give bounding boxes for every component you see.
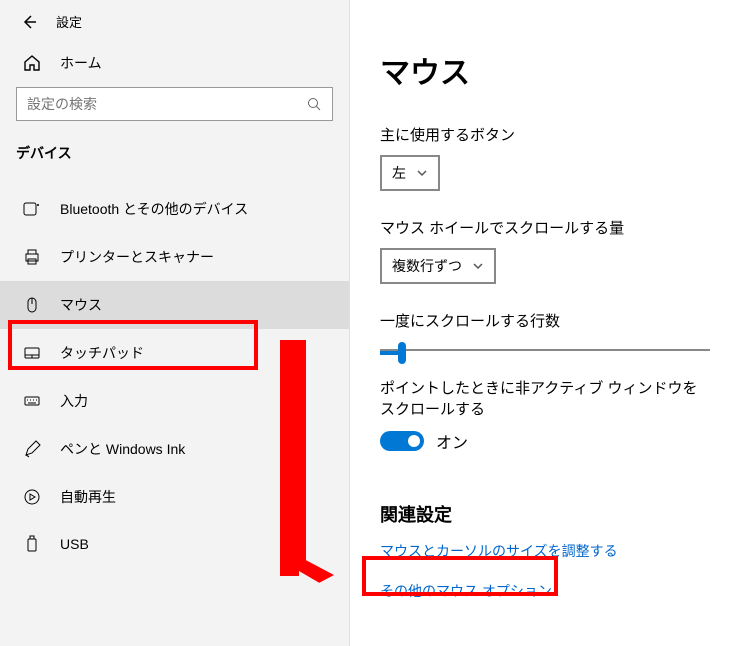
search-icon [306,96,322,112]
nav-printers[interactable]: プリンターとスキャナー [0,233,349,281]
nav-pen[interactable]: ペンと Windows Ink [0,425,349,473]
nav-label: 自動再生 [60,487,116,507]
primary-button-label: 主に使用するボタン [380,124,707,145]
nav-autoplay[interactable]: 自動再生 [0,473,349,521]
inactive-scroll-toggle[interactable] [380,431,424,451]
nav-bluetooth[interactable]: Bluetooth とその他のデバイス [0,185,349,233]
lines-slider[interactable] [380,349,710,351]
related-heading: 関連設定 [380,501,707,527]
nav-home[interactable]: ホーム [0,39,349,87]
mouse-icon [22,296,42,314]
lines-scroll-label: 一度にスクロールする行数 [380,310,707,331]
nav-mouse[interactable]: マウス [0,281,349,329]
nav-usb[interactable]: USB [0,521,349,567]
wheel-scroll-label: マウス ホイールでスクロールする量 [380,217,707,238]
settings-title: 設定 [56,12,82,31]
category-heading: デバイス [0,133,349,171]
nav-label: マウス [60,295,102,315]
usb-icon [22,535,42,553]
pen-icon [22,440,42,458]
nav-label: 入力 [60,391,88,411]
home-label: ホーム [60,53,102,73]
nav-label: USB [60,536,89,552]
autoplay-icon [22,488,42,506]
search-box[interactable] [16,87,333,121]
toggle-knob [408,435,420,447]
toggle-state: オン [436,429,468,453]
nav-touchpad[interactable]: タッチパッド [0,329,349,377]
link-additional-mouse-options[interactable]: その他のマウス オプション [380,581,552,601]
nav-label: ペンと Windows Ink [60,439,185,459]
printer-icon [22,248,42,266]
back-icon[interactable] [20,13,38,31]
chevron-down-icon [416,167,428,179]
home-icon [22,54,42,72]
nav-label: Bluetooth とその他のデバイス [60,199,248,219]
primary-button-dropdown[interactable]: 左 [380,155,440,191]
link-cursor-size[interactable]: マウスとカーソルのサイズを調整する [380,541,618,561]
slider-thumb[interactable] [398,342,406,364]
keyboard-icon [22,392,42,410]
nav-typing[interactable]: 入力 [0,377,349,425]
bluetooth-icon [22,200,42,218]
dropdown-value: 左 [392,163,406,183]
wheel-scroll-dropdown[interactable]: 複数行ずつ [380,248,496,284]
nav-label: タッチパッド [60,343,144,363]
chevron-down-icon [472,260,484,272]
dropdown-value: 複数行ずつ [392,256,462,276]
page-title: マウス [380,48,707,92]
nav-label: プリンターとスキャナー [60,247,214,267]
inactive-scroll-label: ポイントしたときに非アクティブ ウィンドウをスクロールする [380,377,707,419]
search-input[interactable] [27,96,306,112]
touchpad-icon [22,344,42,362]
